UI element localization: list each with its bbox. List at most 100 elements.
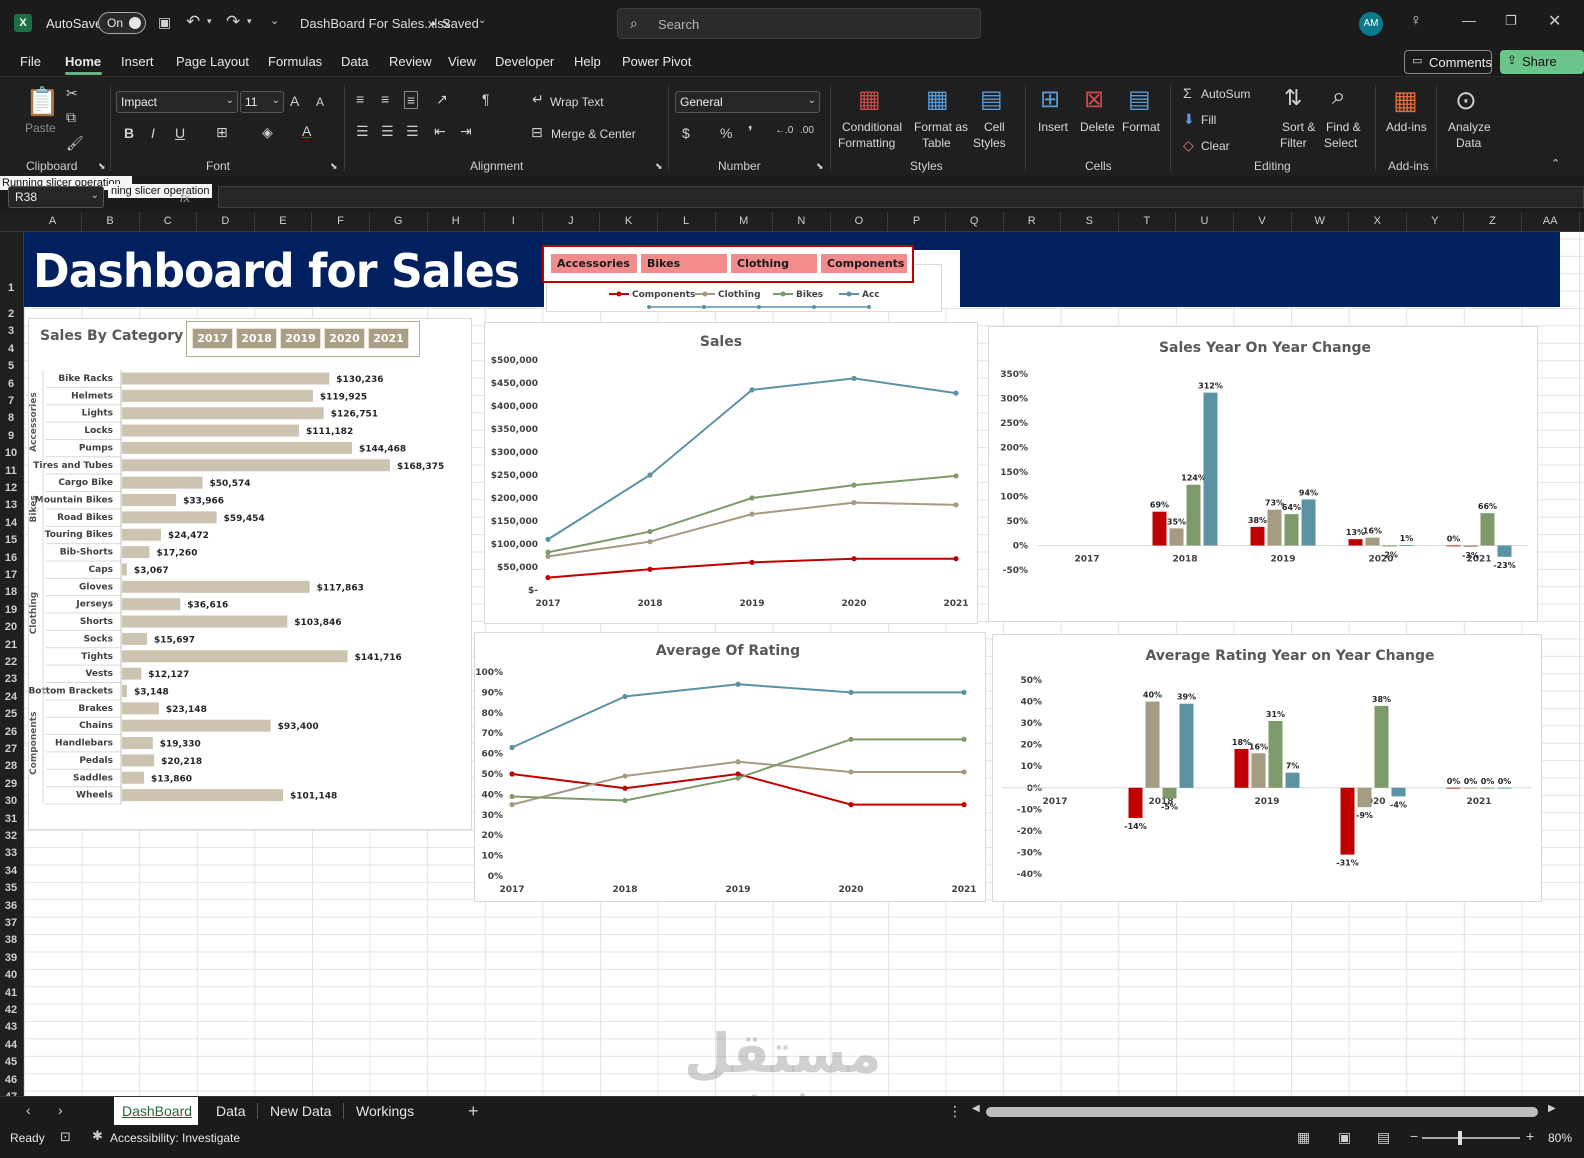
- cell-styles-label[interactable]: Cell: [984, 120, 1005, 134]
- copy-icon[interactable]: ⧉: [66, 109, 76, 126]
- alignment-launcher-icon[interactable]: ⬊: [655, 161, 663, 172]
- delete-cells-label[interactable]: Delete: [1080, 120, 1115, 134]
- row-header-25[interactable]: 25: [0, 708, 22, 720]
- column-header-U[interactable]: U: [1176, 215, 1233, 227]
- clear-button[interactable]: Clear: [1201, 139, 1230, 153]
- row-header-43[interactable]: 43: [0, 1021, 22, 1033]
- tab-home[interactable]: Home: [65, 54, 101, 69]
- increase-indent-icon[interactable]: ⇥: [460, 123, 472, 140]
- row-header-15[interactable]: 15: [0, 534, 22, 546]
- fx-icon[interactable]: fx: [180, 190, 190, 205]
- column-header-Y[interactable]: Y: [1406, 215, 1463, 227]
- wrap-text-icon[interactable]: ↵: [532, 91, 544, 108]
- autosave-toggle[interactable]: On: [98, 12, 146, 34]
- year-2021-button[interactable]: 2021: [368, 328, 409, 349]
- column-header-Z[interactable]: Z: [1464, 215, 1521, 227]
- clipboard-launcher-icon[interactable]: ⬊: [98, 161, 106, 172]
- add-sheet-icon[interactable]: +: [468, 1101, 479, 1122]
- find-select-label2[interactable]: Select: [1324, 136, 1357, 150]
- font-name-select[interactable]: Impact ⌄: [116, 91, 238, 113]
- row-header-14[interactable]: 14: [0, 517, 22, 529]
- comments-button[interactable]: ▭ Comments: [1404, 50, 1492, 74]
- column-header-B[interactable]: B: [82, 215, 139, 227]
- horizontal-scrollbar[interactable]: [986, 1107, 1538, 1117]
- delete-cells-icon[interactable]: ⊠: [1084, 85, 1104, 114]
- row-header-34[interactable]: 34: [0, 865, 22, 877]
- slicer-accessories[interactable]: Accessories: [550, 253, 638, 274]
- tab-data[interactable]: Data: [341, 54, 368, 69]
- column-header-K[interactable]: K: [600, 215, 657, 227]
- redo-icon[interactable]: ↷: [226, 12, 240, 32]
- sheet-tab-dashboard[interactable]: DashBoard: [122, 1103, 192, 1119]
- macro-recording-icon[interactable]: ⊡: [60, 1129, 71, 1145]
- add-ins-label[interactable]: Add-ins: [1386, 120, 1427, 134]
- column-header-Q[interactable]: Q: [946, 215, 1003, 227]
- undo-icon[interactable]: ↶: [186, 12, 200, 32]
- bold-icon[interactable]: B: [124, 125, 134, 141]
- saved-status[interactable]: Saved: [442, 16, 479, 31]
- row-header-7[interactable]: 7: [0, 395, 22, 407]
- column-header-T[interactable]: T: [1118, 215, 1175, 227]
- row-header-1[interactable]: 1: [0, 282, 22, 294]
- underline-icon[interactable]: U: [175, 125, 185, 141]
- year-2020-button[interactable]: 2020: [324, 328, 365, 349]
- undo-dropdown-icon[interactable]: ▾: [207, 16, 212, 27]
- search-box[interactable]: ⌕ Search: [617, 8, 981, 39]
- row-header-16[interactable]: 16: [0, 552, 22, 564]
- percent-icon[interactable]: %: [720, 125, 732, 141]
- decrease-decimal-icon[interactable]: .00: [800, 125, 814, 136]
- insert-cells-label[interactable]: Insert: [1038, 120, 1068, 134]
- tab-view[interactable]: View: [448, 54, 476, 69]
- format-painter-icon[interactable]: 🖌: [66, 135, 84, 152]
- row-header-3[interactable]: 3: [0, 325, 22, 337]
- row-header-20[interactable]: 20: [0, 621, 22, 633]
- fill-color-icon[interactable]: ◈: [262, 124, 273, 141]
- column-header-P[interactable]: P: [888, 215, 945, 227]
- row-header-8[interactable]: 8: [0, 412, 22, 424]
- zoom-level[interactable]: 80%: [1548, 1131, 1572, 1145]
- add-ins-icon[interactable]: ▦: [1393, 85, 1418, 116]
- format-cells-label[interactable]: Format: [1122, 120, 1160, 134]
- row-header-36[interactable]: 36: [0, 900, 22, 912]
- zoom-slider-thumb[interactable]: [1458, 1131, 1462, 1145]
- orientation-icon[interactable]: ↗: [436, 91, 448, 108]
- autosum-button[interactable]: AutoSum: [1201, 87, 1250, 101]
- grow-font-icon[interactable]: A: [290, 93, 299, 109]
- slicer-components[interactable]: Components: [820, 253, 908, 274]
- sheet-tab-data[interactable]: Data: [216, 1103, 246, 1119]
- zoom-out-icon[interactable]: −: [1410, 1128, 1418, 1144]
- font-size-select[interactable]: 11 ⌄: [240, 91, 284, 113]
- column-header-S[interactable]: S: [1061, 215, 1118, 227]
- row-header-10[interactable]: 10: [0, 447, 22, 459]
- cut-icon[interactable]: ✂: [66, 85, 78, 102]
- share-button[interactable]: ⇪ Share: [1500, 50, 1584, 74]
- row-header-29[interactable]: 29: [0, 778, 22, 790]
- column-header-E[interactable]: E: [254, 215, 311, 227]
- tab-formulas[interactable]: Formulas: [268, 54, 322, 69]
- format-cells-icon[interactable]: ▤: [1128, 85, 1151, 114]
- align-top-icon[interactable]: ≡: [356, 91, 364, 107]
- chevron-right-icon[interactable]: ›: [58, 1102, 63, 1118]
- name-box[interactable]: R38 ⌄: [8, 186, 104, 208]
- chevron-left-icon[interactable]: ‹: [26, 1102, 31, 1118]
- font-color-icon[interactable]: A: [302, 123, 311, 139]
- accessibility-icon[interactable]: ✱: [92, 1128, 103, 1144]
- autosum-icon[interactable]: Σ: [1183, 85, 1192, 101]
- minimize-icon[interactable]: —: [1462, 12, 1476, 28]
- column-header-R[interactable]: R: [1003, 215, 1060, 227]
- shrink-font-icon[interactable]: A: [316, 95, 324, 109]
- row-header-18[interactable]: 18: [0, 586, 22, 598]
- row-header-46[interactable]: 46: [0, 1074, 22, 1086]
- increase-decimal-icon[interactable]: ←.0: [775, 125, 793, 136]
- sort-filter-label2[interactable]: Filter: [1280, 136, 1307, 150]
- row-header-44[interactable]: 44: [0, 1039, 22, 1051]
- customize-qat-icon[interactable]: ⌄: [270, 14, 279, 27]
- column-header-X[interactable]: X: [1349, 215, 1406, 227]
- column-header-M[interactable]: M: [715, 215, 772, 227]
- sheet-tab-new-data[interactable]: New Data: [270, 1103, 331, 1119]
- column-header-V[interactable]: V: [1234, 215, 1291, 227]
- insert-cells-icon[interactable]: ⊞: [1040, 85, 1060, 114]
- row-header-13[interactable]: 13: [0, 499, 22, 511]
- find-select-icon[interactable]: ⌕: [1332, 83, 1345, 111]
- row-header-22[interactable]: 22: [0, 656, 22, 668]
